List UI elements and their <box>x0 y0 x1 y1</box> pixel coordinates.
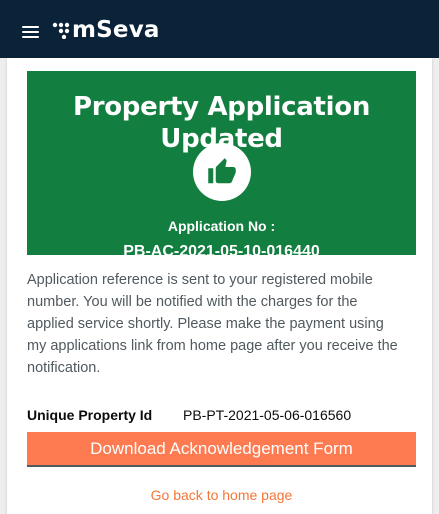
go-home-link[interactable]: Go back to home page <box>27 486 416 504</box>
success-banner: Property Application Updated Application… <box>27 71 416 260</box>
download-acknowledgement-button[interactable]: Download Acknowledgement Form <box>27 432 416 467</box>
acknowledgement-card: Property Application Updated Application… <box>7 58 432 514</box>
application-number-label: Application No : <box>167 218 276 234</box>
thumbs-up-badge <box>193 143 251 201</box>
brand-name: mSeva <box>72 17 160 43</box>
info-message: Application reference is sent to your re… <box>27 272 398 376</box>
mseva-logo-icon <box>52 22 70 39</box>
thumbs-up-icon <box>208 158 236 184</box>
application-number-value: PB-AC-2021-05-10-016440 <box>123 243 320 260</box>
unique-property-id-value: PB-PT-2021-05-06-016560 <box>183 407 352 423</box>
hamburger-menu-icon[interactable] <box>22 26 39 38</box>
unique-property-id-label: Unique Property Id <box>27 407 153 423</box>
app-header: mSeva <box>0 0 439 58</box>
brand-logo[interactable]: mSeva <box>52 17 160 43</box>
